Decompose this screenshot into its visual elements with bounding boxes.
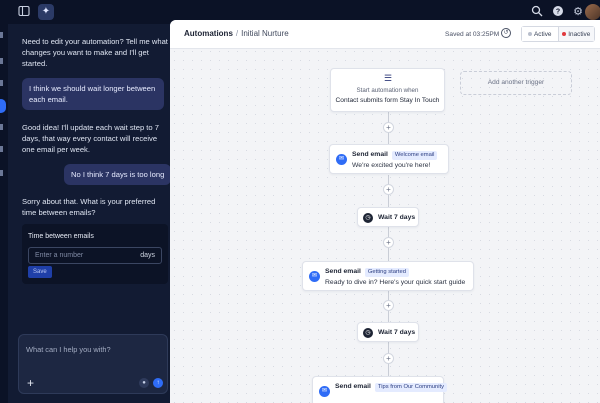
assistant-message: Good idea! I'll update each wait step to… — [22, 123, 159, 154]
status-toggle[interactable]: Active Inactive — [521, 26, 595, 42]
days-input[interactable]: Enter a number days — [28, 247, 162, 264]
email-step-description: Ready to dive in? Here's your quick star… — [325, 279, 466, 286]
gear-icon[interactable]: ⚙ — [571, 5, 585, 19]
clock-icon: ◷ — [363, 213, 373, 223]
ai-chat-panel: Need to edit your automation? Tell me wh… — [8, 24, 172, 403]
add-step-button[interactable]: + — [383, 237, 394, 248]
inactive-option[interactable]: Inactive — [557, 27, 594, 41]
saved-status: Saved at 03:25PM — [445, 31, 500, 38]
add-step-button[interactable]: + — [383, 300, 394, 311]
email-tag: Tips from Our Community — [374, 383, 448, 392]
breadcrumb-root[interactable]: Automations — [184, 29, 233, 38]
attach-plus-button[interactable]: + — [27, 377, 34, 389]
email-step-title: Send email Welcome email — [352, 151, 438, 160]
send-icon[interactable]: ↑ — [153, 378, 163, 388]
chat-composer[interactable]: What can I help you with? + ● ↑ — [18, 334, 168, 394]
trigger-title: Start automation when — [356, 87, 419, 94]
email-step-node[interactable]: ✉ Send email Getting started Ready to div… — [302, 261, 474, 291]
add-step-button[interactable]: + — [383, 122, 394, 133]
svg-text:?: ? — [556, 9, 560, 16]
app-window: ✦ ? ⚙ Need to edit your automation? Tell… — [0, 0, 600, 403]
search-icon[interactable] — [530, 5, 544, 19]
sidebar-icon[interactable] — [17, 5, 31, 19]
inactive-label: Inactive — [568, 30, 591, 38]
chat-input-placeholder: What can I help you with? — [26, 345, 111, 354]
email-step-node[interactable]: ✉ Send email Tips from Our Community — [312, 376, 448, 403]
rail-item[interactable] — [0, 32, 3, 38]
assistant-message: Need to edit your automation? Tell me wh… — [22, 37, 168, 68]
form-label: Time between emails — [28, 233, 94, 240]
breadcrumb-current: Initial Nurture — [241, 29, 289, 38]
days-input-placeholder: Enter a number — [35, 252, 84, 259]
sparkle-icon[interactable]: ✦ — [38, 4, 54, 20]
history-icon[interactable]: ↺ — [501, 28, 511, 38]
help-icon[interactable]: ? — [551, 5, 565, 19]
rail-item[interactable] — [0, 124, 3, 130]
user-message: I think we should wait longer between ea… — [22, 78, 164, 110]
email-tag: Welcome email — [391, 151, 438, 160]
automation-canvas: Automations / Initial Nurture Saved at 03:… — [170, 20, 600, 403]
trigger-description: Contact submits form Stay In Touch — [335, 97, 440, 104]
email-step-title-text: Send email — [335, 383, 371, 390]
rail-item[interactable] — [0, 170, 3, 176]
add-trigger-button[interactable]: Add another trigger — [460, 71, 572, 95]
trigger-node[interactable]: ☰ Start automation when Contact submits … — [330, 68, 445, 112]
email-step-title-text: Send email — [325, 268, 361, 275]
breadcrumb-separator: / — [235, 29, 239, 38]
email-icon: ✉ — [336, 154, 347, 165]
email-step-description: We're excited you're here! — [352, 162, 431, 169]
email-icon: ✉ — [319, 386, 330, 397]
wait-step-label: Wait 7 days — [378, 214, 416, 221]
wait-step-label: Wait 7 days — [378, 329, 416, 336]
user-message: No I think 7 days is too long — [64, 164, 172, 185]
mic-icon[interactable]: ● — [139, 378, 149, 388]
rail-item[interactable] — [0, 146, 3, 152]
email-tag: Getting started — [364, 268, 409, 277]
form-icon: ☰ — [384, 73, 393, 83]
email-step-title-text: Send email — [352, 151, 388, 158]
active-option[interactable]: Active — [522, 27, 558, 41]
automation-header: Automations / Initial Nurture Saved at 03:… — [170, 20, 600, 49]
clock-icon: ◷ — [363, 328, 373, 338]
left-nav-rail — [0, 24, 8, 403]
rail-item[interactable] — [0, 58, 3, 64]
save-button[interactable]: Save — [28, 266, 52, 278]
email-step-title: Send email Getting started — [325, 268, 409, 277]
inactive-dot — [562, 32, 567, 36]
time-between-emails-form: Time between emails Enter a number days … — [22, 224, 168, 284]
rail-item-active[interactable] — [0, 99, 6, 113]
avatar[interactable] — [585, 4, 600, 20]
breadcrumb: Automations / Initial Nurture — [184, 29, 289, 38]
add-step-button[interactable]: + — [383, 353, 394, 364]
wait-step-node[interactable]: ◷ Wait 7 days — [357, 207, 419, 227]
assistant-message: Sorry about that. What is your preferred… — [22, 197, 156, 217]
email-step-node[interactable]: ✉ Send email Welcome email We're excited … — [329, 144, 449, 174]
add-step-button[interactable]: + — [383, 184, 394, 195]
rail-item[interactable] — [0, 80, 3, 86]
active-dot — [528, 32, 533, 36]
email-icon: ✉ — [309, 271, 320, 282]
active-label: Active — [534, 30, 552, 38]
email-step-title: Send email Tips from Our Community — [335, 383, 448, 392]
days-unit: days — [140, 252, 155, 259]
wait-step-node[interactable]: ◷ Wait 7 days — [357, 322, 419, 342]
